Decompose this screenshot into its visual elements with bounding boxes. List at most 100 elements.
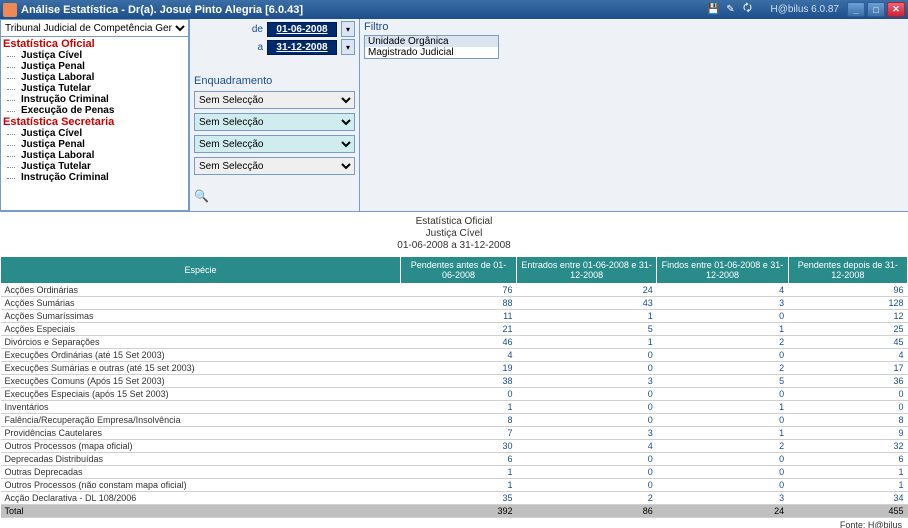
search-icon[interactable]: 🔍 (194, 189, 209, 203)
row-value: 1 (788, 466, 907, 479)
titlebar: Análise Estatística - Dr(a). Josué Pinto… (0, 0, 908, 19)
tribunal-select[interactable]: Tribunal Judicial de Competência Genéric (0, 19, 189, 37)
enq-select-3[interactable]: Sem Selecção (194, 135, 355, 153)
enq-select-4[interactable]: Sem Selecção (194, 157, 355, 175)
table-row: Outros Processos (não constam mapa ofici… (1, 479, 908, 492)
table-row: Acção Declarativa - DL 108/2006352334 (1, 492, 908, 505)
row-value: 17 (788, 362, 907, 375)
row-value: 0 (516, 362, 656, 375)
row-value: 43 (516, 297, 656, 310)
enq-select-1[interactable]: Sem Selecção (194, 91, 355, 109)
table-row: Providências Cautelares7319 (1, 427, 908, 440)
row-value: 1 (657, 401, 788, 414)
row-label: Deprecadas Distribuídas (1, 453, 401, 466)
row-value: 7 (401, 427, 517, 440)
row-value: 8 (788, 414, 907, 427)
row-value: 5 (516, 323, 656, 336)
row-label: Execuções Comuns (Após 15 Set 2003) (1, 375, 401, 388)
left-panel: Tribunal Judicial de Competência Genéric… (0, 19, 190, 211)
tree-item[interactable]: Justiça Cível (3, 50, 186, 61)
date-to-picker-icon[interactable]: ▾ (341, 39, 355, 55)
date-from-picker-icon[interactable]: ▾ (341, 21, 355, 37)
table-row: Deprecadas Distribuídas6006 (1, 453, 908, 466)
minimize-button[interactable]: _ (847, 2, 865, 17)
table-row: Acções Sumárias88433128 (1, 297, 908, 310)
col-pend-depois: Pendentes depois de 31-12-2008 (788, 257, 907, 284)
row-value: 1 (401, 401, 517, 414)
tree-group-oficial[interactable]: Estatística Oficial (3, 38, 186, 50)
row-label: Outros Processos (não constam mapa ofici… (1, 479, 401, 492)
filtro-item[interactable]: Unidade Orgânica (365, 36, 498, 47)
tree-item[interactable]: Justiça Laboral (3, 72, 186, 83)
row-value: 1 (401, 466, 517, 479)
row-label: Providências Cautelares (1, 427, 401, 440)
row-value: 3 (516, 375, 656, 388)
table-row: Execuções Especiais (após 15 Set 2003)00… (1, 388, 908, 401)
row-value: 0 (657, 349, 788, 362)
stat-tree[interactable]: Estatística Oficial Justiça Cível Justiç… (0, 37, 189, 211)
tree-item[interactable]: Justiça Tutelar (3, 83, 186, 94)
row-label: Execuções Sumárias e outras (até 15 set … (1, 362, 401, 375)
total-value: 86 (516, 505, 656, 518)
row-value: 2 (516, 492, 656, 505)
row-value: 34 (788, 492, 907, 505)
tree-item[interactable]: Execução de Penas (3, 105, 186, 116)
tree-item[interactable]: Justiça Cível (3, 128, 186, 139)
date-to-label: a (257, 42, 263, 53)
table-row: Falência/Recuperação Empresa/Insolvência… (1, 414, 908, 427)
table-row: Execuções Comuns (Após 15 Set 2003)38353… (1, 375, 908, 388)
save-icon[interactable]: 💾 (706, 3, 720, 17)
row-value: 1 (788, 479, 907, 492)
table-row: Outros Processos (mapa oficial)304232 (1, 440, 908, 453)
report-table: Espécie Pendentes antes de 01-06-2008 En… (0, 256, 908, 518)
tree-item[interactable]: Instrução Criminal (3, 172, 186, 183)
report-area: Estatística Oficial Justiça Cível 01-06-… (0, 212, 908, 528)
tree-group-secretaria[interactable]: Estatística Secretaria (3, 116, 186, 128)
table-row: Acções Especiais215125 (1, 323, 908, 336)
filtro-list[interactable]: Unidade Orgânica Magistrado Judicial (364, 35, 499, 59)
row-value: 2 (657, 336, 788, 349)
row-value: 1 (516, 310, 656, 323)
report-header: Estatística Oficial Justiça Cível 01-06-… (0, 212, 908, 256)
window-controls: _ □ ✕ (847, 2, 905, 17)
row-value: 3 (657, 492, 788, 505)
tree-item[interactable]: Justiça Penal (3, 61, 186, 72)
row-value: 36 (788, 375, 907, 388)
filtro-item[interactable]: Magistrado Judicial (365, 47, 498, 58)
date-to-field[interactable]: 31-12-2008 (267, 40, 337, 55)
row-value: 4 (788, 349, 907, 362)
row-value: 88 (401, 297, 517, 310)
row-value: 0 (657, 310, 788, 323)
report-footer: Fonte: H@bilus (0, 518, 908, 528)
table-row: Divórcios e Separações461245 (1, 336, 908, 349)
tree-item[interactable]: Instrução Criminal (3, 94, 186, 105)
maximize-button[interactable]: □ (867, 2, 885, 17)
tree-item[interactable]: Justiça Tutelar (3, 161, 186, 172)
row-value: 0 (516, 388, 656, 401)
row-value: 38 (401, 375, 517, 388)
total-value: 24 (657, 505, 788, 518)
table-row: Acções Ordinárias7624496 (1, 284, 908, 297)
close-button[interactable]: ✕ (887, 2, 905, 17)
tool-icon[interactable]: ✎ (723, 3, 737, 17)
refresh-icon[interactable]: 🗘 (740, 3, 754, 17)
total-label: Total (1, 505, 401, 518)
toolbar-icons: 💾 ✎ 🗘 (706, 3, 754, 17)
row-value: 0 (516, 453, 656, 466)
app-version: H@bilus 6.0.87 (770, 4, 839, 15)
date-from-field[interactable]: 01-06-2008 (267, 22, 337, 37)
row-value: 0 (657, 388, 788, 401)
tree-item[interactable]: Justiça Penal (3, 139, 186, 150)
row-value: 11 (401, 310, 517, 323)
row-value: 0 (516, 401, 656, 414)
col-entrados: Entrados entre 01-06-2008 e 31-12-2008 (516, 257, 656, 284)
row-value: 4 (516, 440, 656, 453)
table-row: Outras Deprecadas1001 (1, 466, 908, 479)
enq-select-2[interactable]: Sem Selecção (194, 113, 355, 131)
row-label: Outras Deprecadas (1, 466, 401, 479)
row-value: 4 (401, 349, 517, 362)
tree-item[interactable]: Justiça Laboral (3, 150, 186, 161)
row-value: 25 (788, 323, 907, 336)
row-value: 0 (516, 466, 656, 479)
report-title-2: Justiça Cível (0, 228, 908, 240)
